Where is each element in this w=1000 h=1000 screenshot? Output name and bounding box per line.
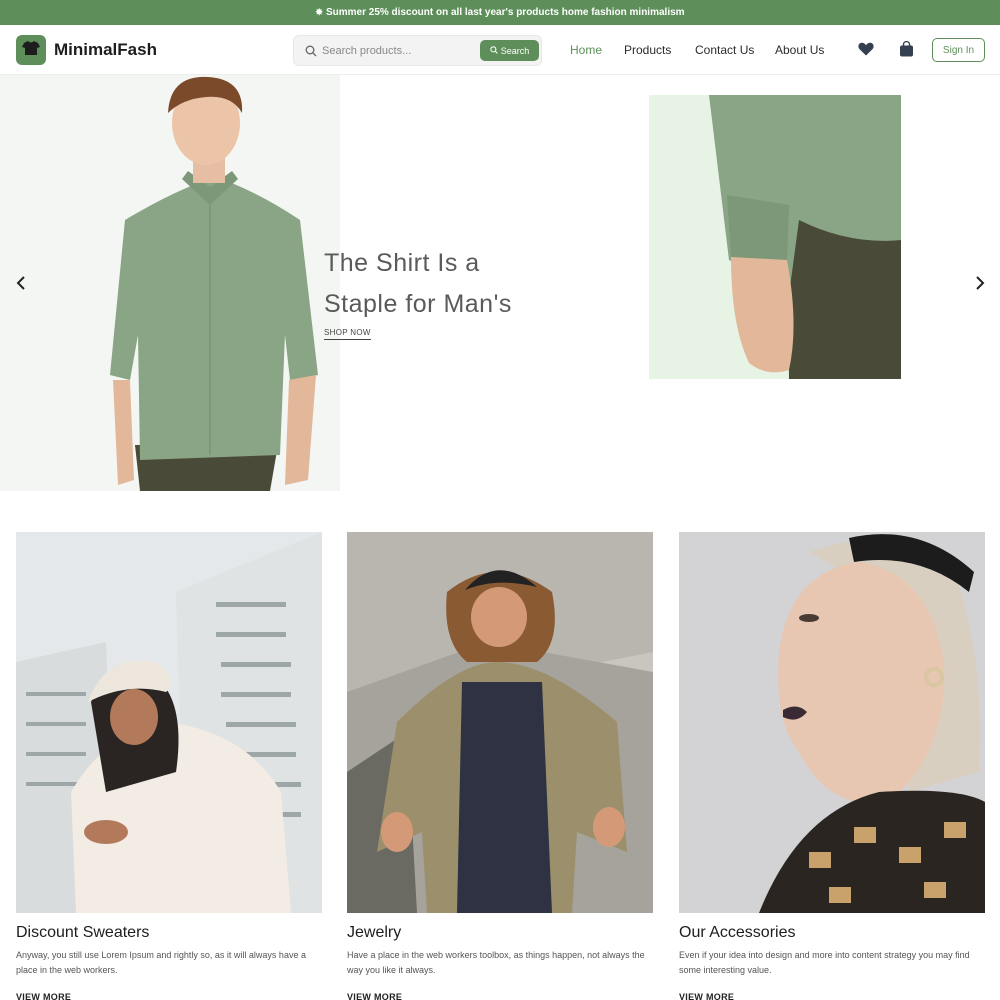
nav-products[interactable]: Products bbox=[624, 43, 671, 57]
hero-detail-image bbox=[649, 95, 901, 379]
shop-now-link[interactable]: SHOP NOW bbox=[324, 328, 371, 340]
brand-name[interactable]: MinimalFash bbox=[54, 40, 157, 60]
accessories-image[interactable] bbox=[679, 532, 985, 913]
site-header: MinimalFash Search Home Products Contact… bbox=[0, 25, 1000, 75]
search-input[interactable] bbox=[320, 39, 470, 63]
nav-about-us[interactable]: About Us bbox=[775, 43, 824, 57]
tshirt-icon bbox=[22, 40, 40, 61]
category-card-jewelry[interactable]: Jewelry Have a place in the web workers … bbox=[347, 532, 653, 1000]
sparkle-icon: ✸ bbox=[315, 7, 323, 17]
search-bar: Search bbox=[293, 35, 542, 66]
hero-title: The Shirt Is a Staple for Man's bbox=[324, 243, 584, 325]
category-card-sweaters[interactable]: Discount Sweaters Anyway, you still use … bbox=[16, 532, 322, 1000]
card-title: Our Accessories bbox=[679, 924, 796, 941]
logo[interactable] bbox=[16, 35, 46, 65]
view-more-link[interactable]: VIEW MORE bbox=[679, 992, 734, 1000]
hero-title-line2: Staple for Man's bbox=[324, 290, 512, 318]
jewelry-image[interactable] bbox=[347, 532, 653, 913]
card-description: Even if your idea into design and more i… bbox=[679, 950, 970, 975]
nav-home[interactable]: Home bbox=[570, 43, 602, 57]
announcement-bar: ✸ Summer 25% discount on all last year's… bbox=[0, 0, 1000, 25]
announcement-text: Summer 25% discount on all last year's p… bbox=[325, 7, 685, 18]
sweaters-image[interactable] bbox=[16, 532, 322, 913]
category-card-accessories[interactable]: Our Accessories Even if your idea into d… bbox=[679, 532, 985, 1000]
chevron-right-icon[interactable] bbox=[971, 275, 987, 291]
sign-in-button[interactable]: Sign In bbox=[932, 38, 985, 62]
nav-contact-us[interactable]: Contact Us bbox=[695, 43, 754, 57]
shopping-bag-icon[interactable] bbox=[899, 40, 914, 62]
hero-model-image bbox=[0, 75, 340, 491]
view-more-link[interactable]: VIEW MORE bbox=[16, 992, 71, 1000]
hero-carousel: The Shirt Is a Staple for Man's SHOP NOW bbox=[0, 75, 1000, 491]
chevron-left-icon[interactable] bbox=[14, 275, 30, 291]
search-button-label: Search bbox=[500, 45, 530, 56]
heart-icon[interactable] bbox=[858, 42, 874, 61]
search-button[interactable]: Search bbox=[480, 40, 539, 61]
view-more-link[interactable]: VIEW MORE bbox=[347, 992, 402, 1000]
card-title: Discount Sweaters bbox=[16, 924, 150, 941]
hero-title-line1: The Shirt Is a bbox=[324, 249, 480, 277]
card-title: Jewelry bbox=[347, 924, 402, 941]
card-description: Anyway, you still use Lorem Ipsum and ri… bbox=[16, 950, 306, 975]
card-description: Have a place in the web workers toolbox,… bbox=[347, 950, 645, 975]
search-button-icon bbox=[490, 45, 498, 56]
search-icon bbox=[305, 44, 317, 62]
